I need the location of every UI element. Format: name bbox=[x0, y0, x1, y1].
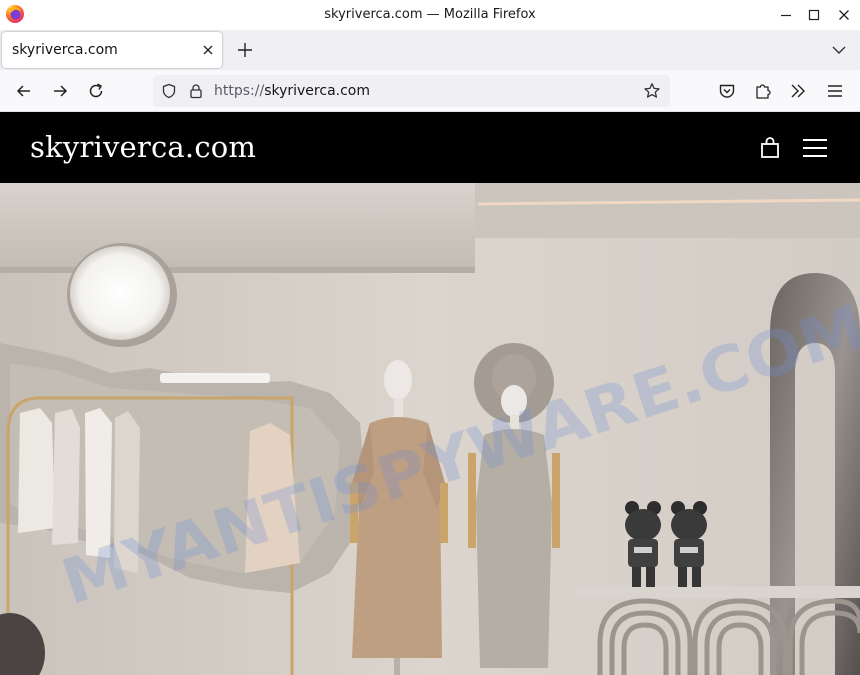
arrow-left-icon[interactable] bbox=[14, 81, 34, 101]
chevron-double-right-icon[interactable] bbox=[788, 81, 808, 101]
reload-icon[interactable] bbox=[86, 81, 106, 101]
site-header: skyriverca.com bbox=[0, 112, 860, 183]
pocket-icon[interactable] bbox=[717, 81, 737, 101]
maximize-icon bbox=[808, 9, 820, 21]
window-title: skyriverca.com — Mozilla Firefox bbox=[324, 7, 536, 22]
minimize-icon bbox=[781, 14, 791, 17]
shopping-bag-icon[interactable] bbox=[759, 136, 781, 160]
url-text[interactable]: https://skyriverca.com bbox=[214, 83, 370, 99]
url-host: skyriverca.com bbox=[264, 83, 370, 99]
chevron-down-icon[interactable] bbox=[830, 42, 848, 58]
arrow-right-icon[interactable] bbox=[50, 81, 70, 101]
navigation-toolbar: https://skyriverca.com bbox=[0, 70, 860, 112]
close-icon bbox=[839, 10, 849, 20]
star-icon[interactable] bbox=[643, 82, 661, 100]
tab-strip: skyriverca.com bbox=[0, 30, 860, 70]
hamburger-icon[interactable] bbox=[825, 81, 845, 101]
close-tab-icon[interactable] bbox=[200, 42, 216, 58]
window-titlebar: skyriverca.com — Mozilla Firefox bbox=[0, 0, 860, 30]
lock-icon[interactable] bbox=[188, 83, 204, 99]
new-tab-icon[interactable] bbox=[234, 39, 256, 61]
tab-skyriverca[interactable]: skyriverca.com bbox=[2, 32, 222, 68]
menu-icon[interactable] bbox=[802, 138, 828, 158]
close-window-button[interactable] bbox=[826, 0, 860, 30]
hero-banner: MYANTISPYWARE.COM bbox=[0, 183, 860, 675]
tab-label: skyriverca.com bbox=[12, 42, 118, 58]
shield-icon[interactable] bbox=[161, 83, 177, 99]
puzzle-icon[interactable] bbox=[753, 81, 773, 101]
site-logo[interactable]: skyriverca.com bbox=[30, 130, 256, 164]
url-scheme: https:// bbox=[214, 83, 265, 99]
hero-image bbox=[0, 183, 860, 675]
address-bar[interactable]: https://skyriverca.com bbox=[153, 75, 670, 107]
